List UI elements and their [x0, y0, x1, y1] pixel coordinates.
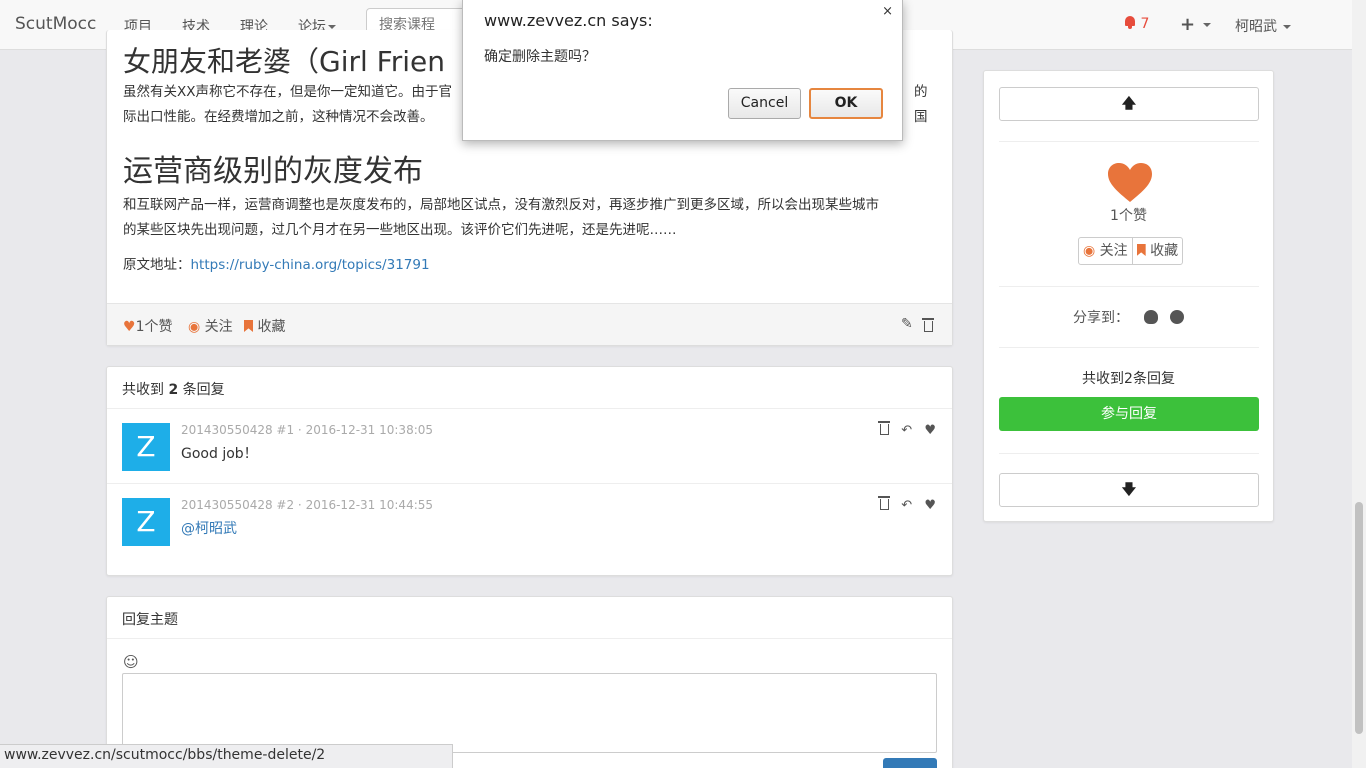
close-icon[interactable]: ×	[882, 4, 893, 19]
sidebar-favorite-label: 收藏	[1150, 243, 1179, 259]
scrollbar-thumb[interactable]	[1355, 502, 1363, 734]
create-menu-button[interactable]: +	[1180, 14, 1212, 35]
eye-icon: ◉	[188, 319, 201, 335]
qq-icon[interactable]	[1143, 310, 1158, 324]
favorite-button[interactable]: 收藏	[244, 316, 285, 336]
divider	[999, 286, 1259, 287]
article-heading-2: 运营商级别的灰度发布	[123, 154, 423, 189]
join-reply-button[interactable]: 参与回复	[999, 397, 1259, 431]
reply-tools: ↶ ♥	[872, 496, 936, 513]
avatar[interactable]: Z	[122, 498, 170, 546]
eye-icon: ◉	[1083, 243, 1096, 259]
status-bar-url: www.zevvez.cn/scutmocc/bbs/theme-delete/…	[0, 744, 453, 768]
favorite-label: 收藏	[257, 319, 286, 335]
user-name: 柯昭武	[1235, 19, 1277, 35]
reply-body: Good job！	[181, 446, 258, 462]
chevron-down-icon	[328, 25, 336, 29]
user-menu[interactable]: 柯昭武	[1235, 16, 1292, 36]
reply-body-mention[interactable]: @柯昭武	[181, 518, 237, 538]
page-scrollbar[interactable]	[1352, 0, 1366, 768]
reply-icon[interactable]: ↶	[901, 423, 912, 438]
arrow-down-icon: 🡇	[1121, 482, 1137, 498]
plus-icon: +	[1180, 14, 1196, 35]
trash-icon[interactable]	[878, 421, 891, 435]
bell-icon	[1124, 16, 1136, 29]
cancel-button[interactable]: Cancel	[728, 88, 801, 119]
emoji-picker-icon[interactable]: ☺	[123, 653, 139, 671]
chevron-down-icon	[1283, 25, 1292, 29]
replies-header-count: 2	[168, 382, 179, 398]
edit-pencil-icon[interactable]: ✎	[901, 316, 913, 332]
article-paragraph-2: 和互联网产品一样，运营商调整也是灰度发布的，局部地区试点，没有激烈反对，再逐步推…	[123, 193, 933, 243]
like-button[interactable]: ♥1个赞	[123, 316, 172, 336]
follow-favorite-group: ◉ 关注 收藏	[1078, 237, 1184, 265]
heart-icon: ♥	[123, 319, 136, 335]
paragraph-2-line-2: 的某些区块先出现问题，过几个月才在另一些地区出现。该评价它们先进呢，还是先进呢……	[123, 222, 677, 238]
submit-reply-button[interactable]	[883, 758, 937, 768]
source-label: 原文地址：	[123, 257, 191, 273]
heart-icon[interactable]: ♥	[924, 423, 936, 438]
confirm-dialog: www.zevvez.cn says: × 确定删除主题吗？ Cancel OK	[462, 0, 903, 141]
follow-button[interactable]: ◉ 关注	[188, 316, 233, 336]
source-link[interactable]: https://ruby-china.org/topics/31791	[191, 257, 430, 273]
replies-header-suffix: 条回复	[182, 382, 225, 398]
reply-item: Z 201430550428 #1 · 2016-12-31 10:38:05 …	[107, 409, 952, 483]
sidebar-follow-button[interactable]: ◉ 关注	[1079, 238, 1132, 264]
reply-icon[interactable]: ↶	[901, 498, 912, 513]
compose-panel: 回复主题 ☺	[106, 596, 953, 768]
bookmark-icon	[1136, 244, 1146, 256]
paragraph-1-line-2: 际出口性能。在经费增加之前，这种情况不会改善。	[123, 109, 434, 125]
paragraph-1-right-text: 的国	[914, 84, 928, 125]
reply-tools: ↶ ♥	[872, 421, 936, 438]
share-label: 分享到：	[1073, 310, 1130, 326]
brand-logo[interactable]: ScutMocc	[15, 14, 96, 34]
chevron-down-icon	[1203, 23, 1212, 27]
article-heading-1: 女朋友和老婆（Girl Frien	[123, 45, 446, 78]
sidebar-panel: 🡅 1个赞 ◉ 关注 收藏 分享到： 共收到2条回复 参与回复 🡇	[983, 70, 1274, 522]
trash-icon	[922, 318, 934, 332]
follow-label: 关注	[204, 319, 233, 335]
reply-item: Z 201430550428 #2 · 2016-12-31 10:44:55 …	[107, 483, 952, 557]
reply-textarea[interactable]	[122, 673, 937, 753]
divider	[999, 141, 1259, 142]
reply-meta: 201430550428 #2 · 2016-12-31 10:44:55	[181, 498, 434, 512]
source-line: 原文地址：https://ruby-china.org/topics/31791	[123, 253, 933, 278]
article-footer: ♥1个赞 ◉ 关注 收藏 ✎	[107, 303, 952, 345]
avatar[interactable]: Z	[122, 423, 170, 471]
replies-header: 共收到 2 条回复	[107, 367, 952, 409]
scroll-bottom-button[interactable]: 🡇	[999, 473, 1259, 507]
trash-icon[interactable]	[878, 496, 891, 510]
sidebar-like-count: 1个赞	[1110, 208, 1147, 224]
paragraph-1-text: 虽然有关XX声称它不存在，但是你一定知道它。由于官	[123, 84, 452, 100]
sidebar-follow-label: 关注	[1099, 243, 1128, 259]
divider	[999, 347, 1259, 348]
ok-button[interactable]: OK	[809, 88, 883, 119]
arrow-up-icon: 🡅	[1121, 96, 1137, 112]
delete-topic-button[interactable]	[922, 318, 934, 335]
share-row: 分享到：	[984, 307, 1273, 327]
notification-count: 7	[1140, 16, 1150, 32]
wechat-icon[interactable]	[1169, 310, 1184, 324]
dialog-title: www.zevvez.cn says:	[484, 11, 653, 30]
divider	[999, 453, 1259, 454]
heart-icon[interactable]: ♥	[924, 498, 936, 513]
replies-panel: 共收到 2 条回复 Z 201430550428 #1 · 2016-12-31…	[106, 366, 953, 576]
sidebar-favorite-button[interactable]: 收藏	[1131, 238, 1182, 264]
heart-icon[interactable]	[1108, 163, 1152, 203]
compose-title: 回复主题	[107, 597, 952, 639]
dialog-message: 确定删除主题吗？	[484, 49, 596, 65]
notifications-button[interactable]: 7	[1124, 16, 1149, 32]
like-count: 1个赞	[135, 319, 173, 335]
replies-header-prefix: 共收到	[122, 382, 164, 398]
reply-meta: 201430550428 #1 · 2016-12-31 10:38:05	[181, 423, 434, 437]
bookmark-icon	[244, 320, 253, 332]
sidebar-reply-count: 共收到2条回复	[1082, 371, 1175, 387]
scroll-top-button[interactable]: 🡅	[999, 87, 1259, 121]
paragraph-2-line-1: 和互联网产品一样，运营商调整也是灰度发布的，局部地区试点，没有激烈反对，再逐步推…	[123, 197, 879, 213]
